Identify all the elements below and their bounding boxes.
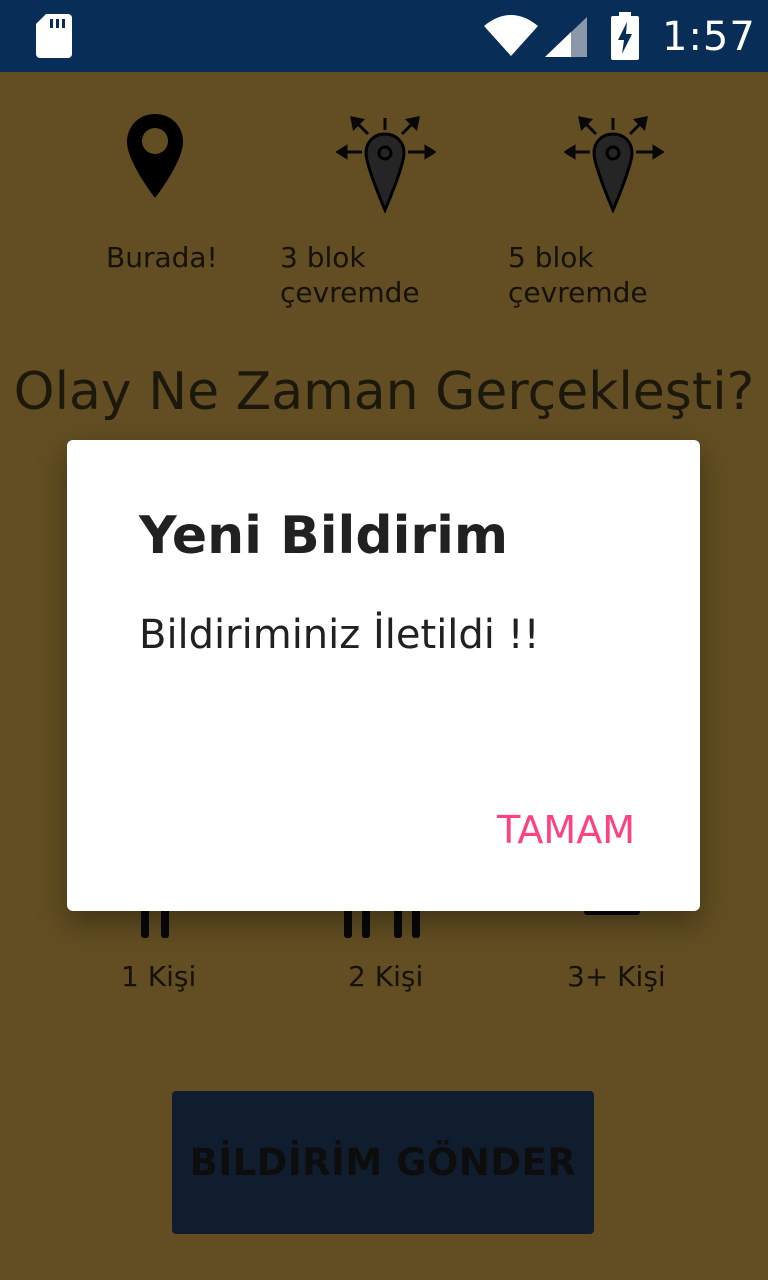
ok-button[interactable]: TAMAM [465,802,635,858]
status-bar: 1:57 [0,0,768,72]
dialog-title: Yeni Bildirim [139,506,509,566]
clock: 1:57 [662,14,756,60]
sd-card-icon [36,14,72,63]
battery-charging-icon [611,12,639,65]
cell-signal-icon [545,17,587,62]
wifi-icon [484,14,538,61]
alert-dialog: Yeni Bildirim Bildiriminiz İletildi !! T… [67,440,700,911]
dialog-message: Bildiriminiz İletildi !! [139,612,540,658]
